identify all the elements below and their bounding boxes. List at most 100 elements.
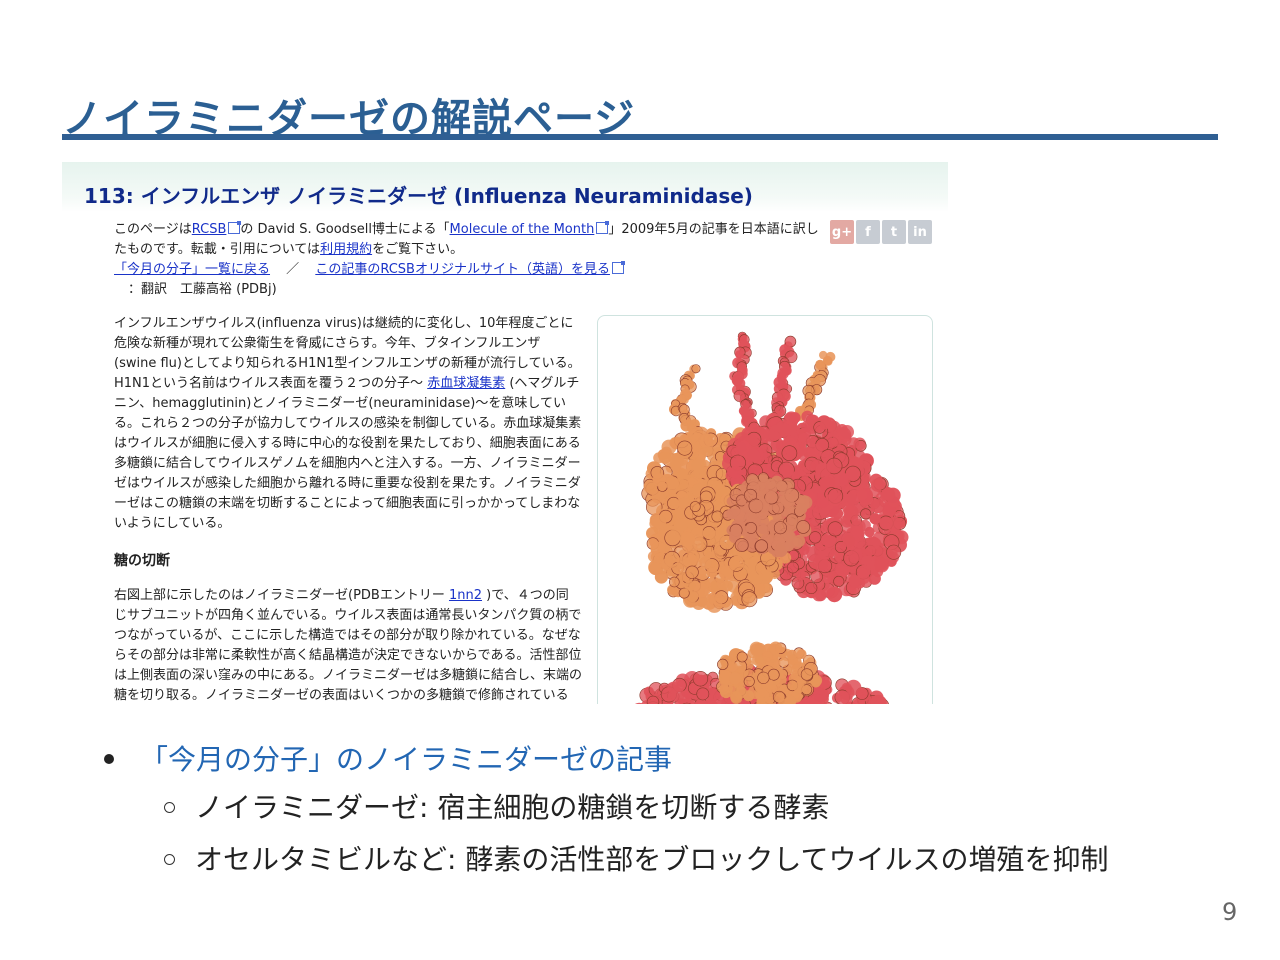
article-paragraph-2: 右図上部に示したのはノイラミニダーゼ(PDBエントリー 1nn2 )で、４つの同… — [114, 586, 584, 704]
protein-atom — [726, 508, 738, 520]
molecule-of-the-month-link[interactable]: Molecule of the Month — [450, 222, 595, 237]
protein-atom — [729, 672, 742, 685]
text-line: インフルエンザウイルス(influenza virus)は継続的に変化し、10年… — [114, 316, 574, 331]
protein-atom — [691, 459, 705, 473]
intro-line-2: たものです。転載・引用については利用規約をご覧下さい。 — [114, 240, 834, 260]
protein-atom — [870, 499, 885, 514]
protein-atom — [755, 688, 770, 703]
protein-atom — [762, 651, 773, 662]
protein-atom — [848, 548, 863, 562]
protein-atom — [685, 565, 699, 579]
bullet-main: 「今月の分子」のノイラミニダーゼの記事 — [104, 738, 672, 778]
protein-atom — [816, 496, 829, 509]
hemagglutinin-link[interactable]: 赤血球凝集素 — [427, 376, 505, 391]
protein-atom — [755, 539, 769, 553]
protein-atom — [692, 671, 709, 687]
pdb-entry-link[interactable]: 1nn2 — [449, 588, 482, 603]
protein-atom — [800, 668, 813, 681]
protein-atom — [817, 361, 826, 371]
protein-atom — [780, 493, 795, 508]
bullet-circle-icon — [164, 801, 175, 813]
bullet-dot-icon — [104, 754, 114, 764]
text-segment: H1N1という名前はウイルス表面を覆う２つの分子〜 — [114, 376, 428, 391]
protein-atom — [736, 651, 748, 663]
intro-text: このページは — [114, 222, 192, 237]
protein-atom — [727, 661, 738, 672]
protein-atom — [810, 677, 821, 688]
google-plus-icon[interactable]: g+ — [830, 220, 854, 244]
bullet-sub-text: オセルタミビルなど: 酵素の活性部をブロックしてウイルスの増殖を抑制 — [195, 843, 1109, 876]
protein-atom — [699, 556, 712, 569]
protein-atom — [719, 684, 730, 695]
webpage-screenshot: 113: インフルエンザ ノイラミニダーゼ (Influenza Neurami… — [62, 162, 948, 704]
protein-atom — [684, 580, 696, 592]
terms-link[interactable]: 利用規約 — [320, 242, 372, 257]
protein-atom — [729, 466, 743, 479]
external-link-icon — [228, 221, 242, 234]
protein-atom — [886, 544, 902, 560]
protein-atom — [661, 558, 674, 571]
facebook-icon[interactable]: f — [856, 220, 880, 244]
intro-text: たものです。転載・引用については — [114, 242, 321, 257]
article-paragraph-1: インフルエンザウイルス(influenza virus)は継続的に変化し、10年… — [114, 314, 584, 534]
protein-atom — [856, 489, 868, 501]
protein-atom — [817, 546, 832, 560]
protein-atom — [669, 576, 680, 588]
back-to-list-link[interactable]: 「今月の分子」一覧に戻る — [114, 262, 270, 277]
protein-atom — [691, 364, 701, 374]
protein-atom — [860, 508, 872, 520]
text-line: つながっているが、ここに示した構造ではその部分が取り除かれている。なぜな — [114, 628, 581, 643]
protein-atom — [717, 658, 729, 671]
protein-atom — [741, 591, 758, 608]
protein-atom — [791, 664, 802, 676]
page-number: 9 — [1222, 898, 1238, 926]
protein-atom — [668, 528, 682, 543]
protein-atom — [666, 477, 680, 491]
section-heading: 糖の切断 — [114, 553, 170, 569]
text-line: じサブユニットが四角く並んでいる。ウイルス表面は通常長いタンパク質の柄で — [114, 608, 582, 623]
link-separator: ／ — [286, 262, 300, 277]
neuraminidase-structure-image — [635, 331, 909, 704]
protein-atom — [735, 350, 744, 359]
protein-atom — [652, 514, 667, 529]
text-segment: 右図上部に示したのはノイラミニダーゼ(PDBエントリー — [114, 588, 449, 603]
protein-atom — [807, 443, 823, 460]
external-link-icon — [611, 261, 625, 274]
protein-atom — [848, 437, 860, 449]
text-line: る。これら２つの分子が協力してウイルスの感染を制御している。赤血球凝集素 — [114, 416, 582, 431]
protein-atom — [796, 520, 810, 534]
protein-atom — [869, 485, 882, 497]
text-line: いようにしている。 — [114, 516, 231, 531]
text-line: らその部分は非常に柔軟性が高く結晶構造が決定できないからである。活性部位 — [114, 648, 582, 663]
bullet-sub-1: ノイラミニダーゼ: 宿主細胞の糖鎖を切断する酵素 — [164, 786, 829, 826]
intro-line-1: このページはRCSB の David S. Goodsell博士による「Molec… — [114, 220, 834, 240]
protein-atom — [867, 537, 880, 550]
protein-atom — [774, 544, 787, 557]
article-title: 113: インフルエンザ ノイラミニダーゼ (Influenza Neurami… — [84, 184, 753, 208]
protein-atom — [773, 521, 787, 535]
protein-atom — [810, 570, 823, 584]
protein-atom — [869, 473, 883, 487]
linkedin-icon[interactable]: in — [908, 220, 932, 244]
protein-atom — [769, 641, 783, 655]
protein-atom — [670, 687, 685, 702]
original-article-link[interactable]: この記事のRCSBオリジナルサイト（英語）を見る — [315, 262, 610, 277]
intro-text: の David S. Goodsell博士による「 — [240, 222, 450, 237]
protein-atom — [789, 412, 801, 424]
protein-atom — [838, 473, 851, 486]
protein-atom — [833, 575, 845, 587]
protein-atom — [652, 473, 666, 487]
protein-atom — [869, 513, 881, 525]
protein-atom — [711, 510, 724, 523]
protein-atom — [686, 430, 699, 443]
rcsb-link[interactable]: RCSB — [192, 222, 227, 237]
protein-atom — [749, 477, 761, 489]
protein-atom — [771, 475, 783, 487]
text-line: 危険な新種が現れて公衆衛生を脅威にさらす。今年、ブタインフルエンザ — [114, 336, 541, 351]
protein-atom — [757, 523, 769, 535]
protein-atom — [786, 649, 798, 660]
text-segment: )で、４つの同 — [482, 588, 569, 603]
intro-text: 」2009年5月の記事を日本語に訳し — [608, 222, 819, 237]
twitter-icon[interactable]: t — [882, 220, 906, 244]
protein-atom — [795, 502, 808, 515]
